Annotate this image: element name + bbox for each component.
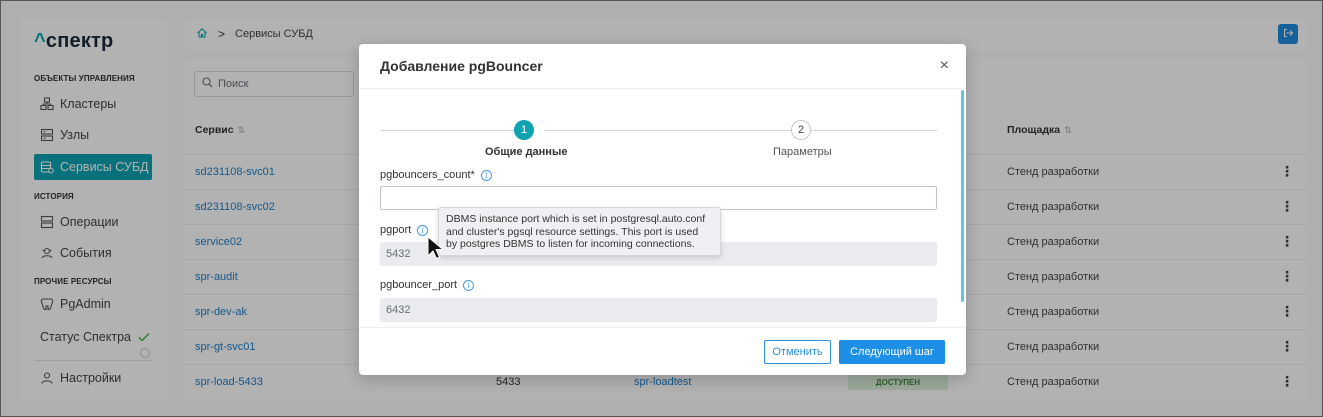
step-1-label: Общие данные	[485, 146, 568, 158]
app-window: ^спектр ОБЪЕКТЫ УПРАВЛЕНИЯ Кластеры Узлы…	[0, 0, 1323, 417]
field-label-pgbouncer-port: pgbouncer_port i	[380, 279, 475, 291]
cancel-button[interactable]: Отменить	[764, 340, 831, 364]
step-2-indicator[interactable]: 2	[791, 120, 811, 140]
pgport-tooltip: DBMS instance port which is set in postg…	[438, 207, 721, 256]
dialog-title: Добавление pgBouncer	[380, 58, 543, 74]
step-2-label: Параметры	[773, 146, 832, 158]
field-label-pgbouncers-count: pgbouncers_count* i	[380, 169, 492, 181]
dialog-scrollbar[interactable]	[961, 90, 964, 302]
tooltip-line: and cluster's pgsql resource settings. T…	[446, 225, 699, 238]
tooltip-line: by postgres DBMS to listen for incoming …	[446, 238, 695, 251]
mouse-cursor-icon	[427, 235, 445, 260]
field-label-pgport: pgport i	[380, 224, 429, 236]
pgbouncer-port-input[interactable]: 6432	[380, 298, 937, 322]
dialog-header: Добавление pgBouncer ×	[359, 44, 966, 89]
step-1-indicator[interactable]: 1	[514, 120, 534, 140]
stepper-line	[380, 130, 515, 131]
stepper-line	[811, 130, 937, 131]
dialog-footer: Отменить Следующий шаг	[359, 327, 966, 375]
tooltip-line: DBMS instance port which is set in postg…	[446, 213, 706, 225]
info-icon[interactable]: i	[480, 169, 492, 181]
close-icon[interactable]: ×	[940, 57, 949, 75]
info-icon[interactable]: i	[417, 224, 429, 236]
info-icon[interactable]: i	[463, 279, 475, 291]
next-step-button[interactable]: Следующий шаг	[839, 340, 945, 364]
stepper-line	[544, 130, 791, 131]
